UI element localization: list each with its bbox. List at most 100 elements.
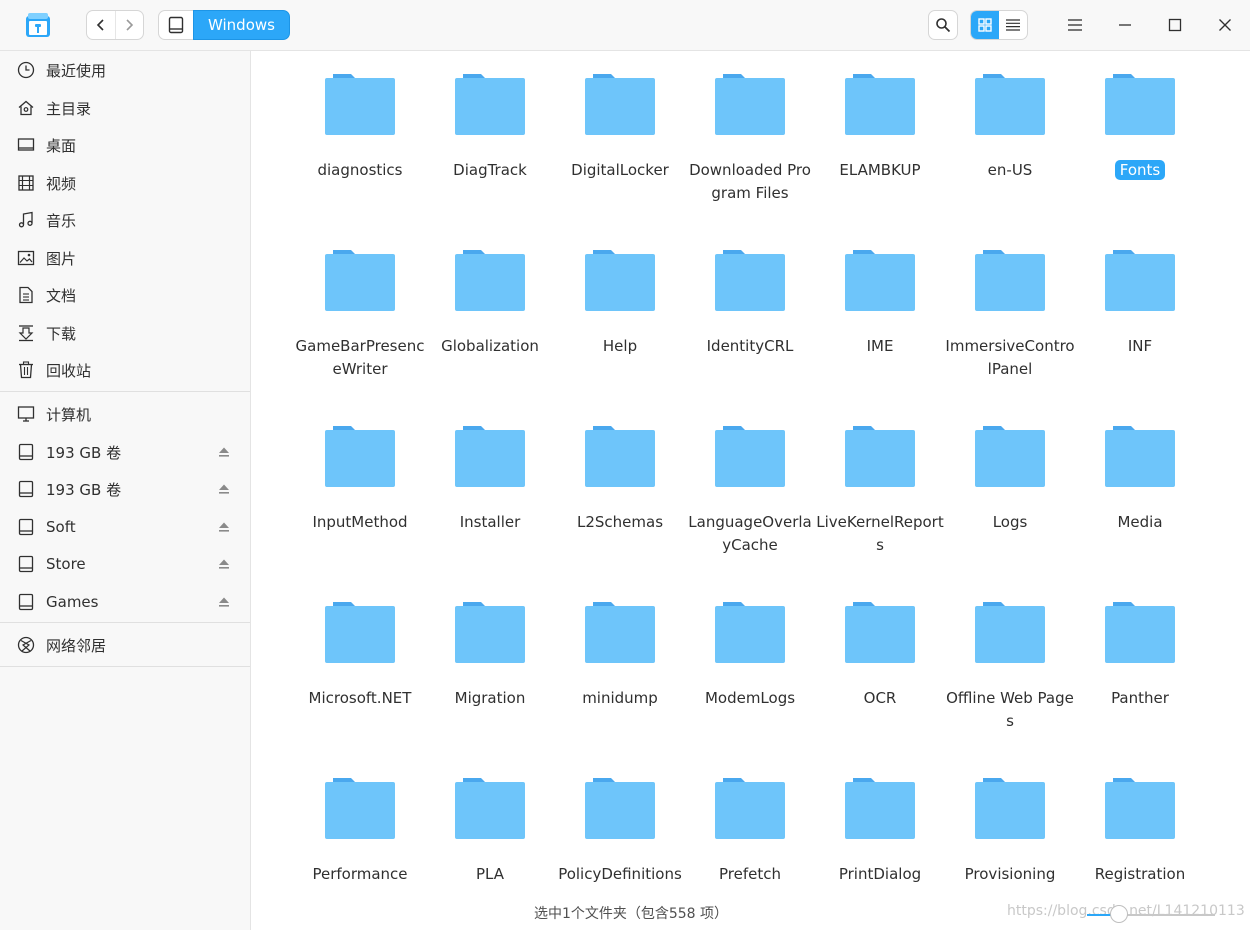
file-manager-logo-icon[interactable] [25,12,51,38]
maximize-button[interactable] [1160,10,1190,40]
folder-icon [1105,73,1175,135]
folder-icon [325,249,395,311]
minimize-button[interactable] [1110,10,1140,40]
folder-item[interactable]: Downloaded Program Files [685,71,815,247]
folder-item[interactable]: ModemLogs [685,599,815,775]
folder-icon [715,249,785,311]
folder-name: Media [1117,513,1163,531]
search-icon [936,18,951,33]
main-menu-button[interactable] [1060,10,1090,40]
search-button[interactable] [928,10,958,40]
folder-icon [455,249,525,311]
sidebar-item-store[interactable]: Store [0,546,250,582]
folder-icon [1105,777,1175,839]
sidebar-item-games[interactable]: Games [0,584,250,620]
list-view-button[interactable] [999,11,1027,39]
eject-icon[interactable] [218,483,230,495]
folder-item[interactable]: Installer [425,423,555,599]
folder-item[interactable]: LanguageOverlayCache [685,423,815,599]
folder-item[interactable]: ImmersiveControlPanel [945,247,1075,423]
folder-item[interactable]: Offline Web Pages [945,599,1075,775]
grid-icon [978,18,992,32]
folder-item[interactable]: LiveKernelReports [815,423,945,599]
folder-name: Migration [454,689,526,707]
folder-icon [585,73,655,135]
folder-name: Registration [1094,865,1186,883]
sidebar-item-trash[interactable]: 回收站 [0,352,250,388]
eject-icon[interactable] [218,558,230,570]
sidebar-item-label: Soft [46,518,76,536]
folder-item[interactable]: DiagTrack [425,71,555,247]
icon-view-button[interactable] [971,11,999,39]
folder-item[interactable]: minidump [555,599,685,775]
folder-name: DigitalLocker [571,161,669,179]
folder-item[interactable]: GameBarPresenceWriter [295,247,425,423]
close-button[interactable] [1210,10,1240,40]
sidebar-item-volume[interactable]: 193 GB 卷 [0,434,250,470]
folder-item[interactable]: Provisioning [945,775,1075,896]
folder-item[interactable]: Performance [295,775,425,896]
sidebar-item-videos[interactable]: 视频 [0,165,250,201]
folder-item[interactable]: Registration [1075,775,1205,896]
breadcrumb-current[interactable]: Windows [193,10,290,40]
forward-button[interactable] [114,11,143,39]
folder-item[interactable]: Globalization [425,247,555,423]
folder-item[interactable]: PolicyDefinitions [555,775,685,896]
folder-item[interactable]: PrintDialog [815,775,945,896]
eject-icon[interactable] [218,521,230,533]
folder-item[interactable]: Help [555,247,685,423]
folder-name: Performance [312,865,408,883]
zoom-slider-handle[interactable] [1110,905,1128,923]
folder-item[interactable]: PLA [425,775,555,896]
folder-name: DiagTrack [453,161,527,179]
folder-item[interactable]: DigitalLocker [555,71,685,247]
folder-item[interactable]: Microsoft.NET [295,599,425,775]
drive-icon [16,554,36,574]
folder-icon [975,601,1045,663]
folder-icon [1105,249,1175,311]
sidebar-item-home[interactable]: 主目录 [0,90,250,126]
folder-item[interactable]: en-US [945,71,1075,247]
drive-icon [16,442,36,462]
folder-name: IME [866,337,894,355]
clock-icon [16,60,36,80]
chevron-left-icon [96,19,104,31]
breadcrumb: Windows [158,10,290,40]
folder-name: L2Schemas [576,513,664,531]
sidebar-item-volume[interactable]: 193 GB 卷 [0,471,250,507]
sidebar-item-label: 图片 [46,249,77,268]
folder-item[interactable]: Panther [1075,599,1205,775]
sidebar-item-downloads[interactable]: 下载 [0,315,250,351]
sidebar-item-recent[interactable]: 最近使用 [0,52,250,88]
folder-icon [585,425,655,487]
folder-item[interactable]: diagnostics [295,71,425,247]
folder-item[interactable]: Prefetch [685,775,815,896]
folder-item[interactable]: IME [815,247,945,423]
folder-item[interactable]: Migration [425,599,555,775]
picture-icon [16,248,36,268]
folder-item[interactable]: Media [1075,423,1205,599]
back-button[interactable] [87,11,115,39]
folder-icon [845,73,915,135]
eject-icon[interactable] [218,596,230,608]
sidebar-item-music[interactable]: 音乐 [0,202,250,238]
folder-item[interactable]: InputMethod [295,423,425,599]
sidebar-item-documents[interactable]: 文档 [0,277,250,313]
folder-item[interactable]: Fonts [1075,71,1205,247]
sidebar-item-label: 193 GB 卷 [46,443,122,462]
breadcrumb-drive[interactable] [158,10,193,40]
eject-icon[interactable] [218,446,230,458]
folder-name: LiveKernelReports [816,513,944,554]
sidebar-item-network[interactable]: 网络邻居 [0,627,250,663]
folder-item[interactable]: Logs [945,423,1075,599]
folder-item[interactable]: L2Schemas [555,423,685,599]
folder-item[interactable]: ELAMBKUP [815,71,945,247]
folder-name: Globalization [441,337,539,355]
folder-item[interactable]: OCR [815,599,945,775]
sidebar-item-soft[interactable]: Soft [0,509,250,545]
sidebar-item-desktop[interactable]: 桌面 [0,127,250,163]
folder-item[interactable]: INF [1075,247,1205,423]
sidebar-item-computer[interactable]: 计算机 [0,396,250,432]
folder-item[interactable]: IdentityCRL [685,247,815,423]
sidebar-item-pictures[interactable]: 图片 [0,240,250,276]
